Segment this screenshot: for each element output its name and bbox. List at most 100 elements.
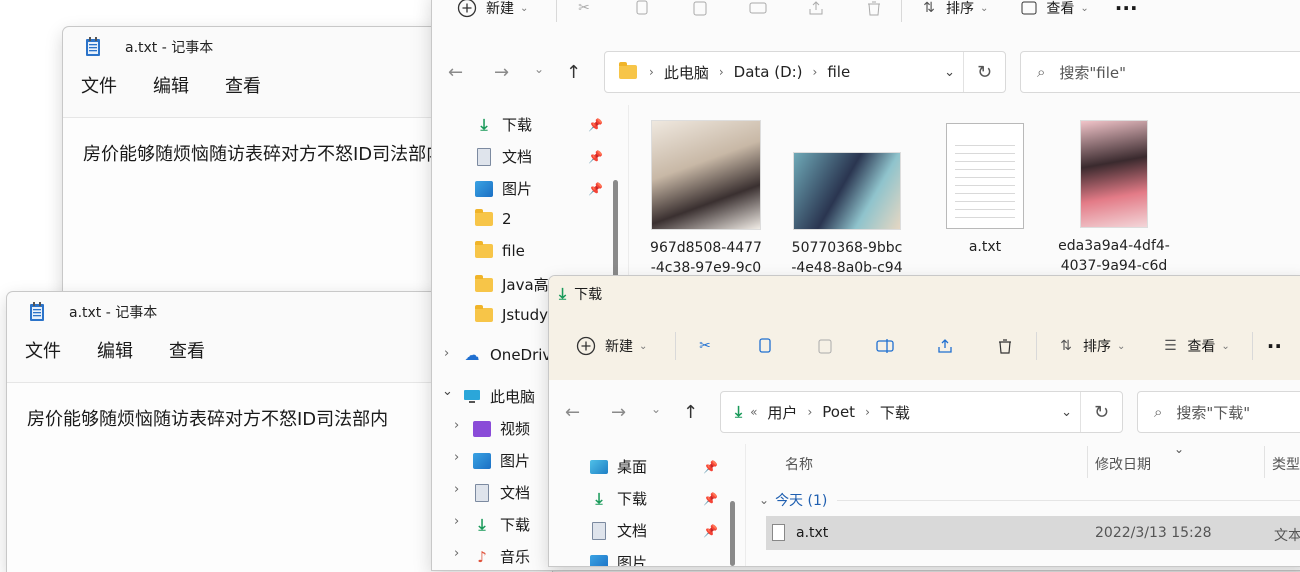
pin-icon[interactable]: 📌 [703, 524, 718, 538]
refresh-icon[interactable]: ↻ [963, 52, 1005, 92]
recent-locations-icon[interactable]: ⌄ [534, 62, 544, 76]
breadcrumb-poet[interactable]: Poet [822, 403, 855, 421]
menu-view[interactable]: 查看 [169, 337, 205, 363]
recent-locations-icon[interactable]: ⌄ [651, 402, 661, 416]
breadcrumb-downloads[interactable]: 下载 [880, 402, 910, 423]
sidebar-item-onedrive[interactable]: ☁ OneDrive [462, 346, 561, 364]
search-box[interactable]: ⌕ 搜索"下载" [1137, 391, 1300, 433]
sidebar-item-folder-file[interactable]: file [474, 241, 525, 260]
copy-icon[interactable] [754, 335, 776, 357]
search-box[interactable]: ⌕ 搜索"file" [1020, 51, 1300, 93]
pin-icon[interactable]: 📌 [588, 118, 603, 132]
sidebar-item-documents[interactable]: 文档 [589, 520, 647, 541]
chevron-down-icon: ⌄ [1221, 340, 1230, 352]
column-header-name[interactable]: 名称 [785, 454, 813, 474]
address-dropdown-icon[interactable]: ⌄ [1061, 405, 1072, 420]
expand-chevron-icon[interactable]: › [454, 482, 459, 497]
up-icon[interactable]: ↑ [683, 402, 698, 423]
up-icon[interactable]: ↑ [566, 62, 581, 83]
forward-icon[interactable]: → [611, 402, 626, 423]
address-dropdown-icon[interactable]: ⌄ [944, 65, 955, 80]
breadcrumb-overflow[interactable]: « [750, 405, 757, 419]
paste-icon[interactable] [689, 0, 711, 19]
share-icon[interactable] [934, 335, 956, 357]
forward-icon[interactable]: → [494, 62, 509, 83]
expand-chevron-icon[interactable]: › [454, 514, 459, 529]
view-button[interactable]: 查看 ⌄ [1018, 0, 1089, 25]
copy-icon[interactable] [631, 0, 653, 19]
pin-icon[interactable]: 📌 [703, 460, 718, 474]
more-options-icon[interactable]: ·· [1267, 334, 1282, 358]
sidebar-item-desktop[interactable]: 桌面 [589, 456, 647, 477]
rename-icon[interactable] [747, 0, 769, 19]
column-header-date[interactable]: 修改日期 [1095, 454, 1151, 474]
sidebar-item-downloads[interactable]: ⤓ 下载 [474, 114, 532, 135]
sidebar-item-downloads[interactable]: ⤓ 下载 [589, 488, 647, 509]
sidebar-scrollbar[interactable] [730, 501, 735, 566]
menu-file[interactable]: 文件 [25, 337, 61, 363]
sidebar-item-pictures[interactable]: 图片 [589, 552, 647, 566]
sidebar-item-pictures-pc[interactable]: 图片 [472, 450, 530, 471]
menu-file[interactable]: 文件 [81, 72, 117, 98]
expand-chevron-icon[interactable]: › [454, 418, 459, 433]
pin-icon[interactable]: 📌 [588, 150, 603, 164]
row-file-type: 文本 [1274, 528, 1300, 544]
expand-chevron-icon[interactable]: › [454, 450, 459, 465]
address-bar[interactable]: ⤓ « 用户 › Poet › 下载 ⌄ ↻ [720, 391, 1123, 433]
paste-icon[interactable] [814, 335, 836, 357]
table-row[interactable]: a.txt 2022/3/13 15:28 文本 [766, 516, 1300, 550]
delete-icon[interactable] [994, 335, 1016, 357]
view-button[interactable]: ☰ 查看 ⌄ [1159, 329, 1230, 363]
sidebar-item-pictures[interactable]: 图片 [474, 178, 532, 199]
sidebar-item-folder-jstudy[interactable]: Jstudy [474, 305, 548, 324]
window-titlebar[interactable]: ⤓ 下载 [549, 276, 1300, 312]
window-title: 下载 [574, 287, 603, 303]
sidebar-item-music[interactable]: ♪ 音乐 [472, 546, 530, 567]
address-bar[interactable]: › 此电脑 › Data (D:) › file ⌄ ↻ [604, 51, 1006, 93]
notepad-titlebar[interactable]: a.txt - 记事本 [63, 27, 483, 67]
sidebar-label: file [502, 242, 525, 260]
cut-icon[interactable]: ✂ [573, 0, 595, 19]
share-icon[interactable] [805, 0, 827, 19]
expand-chevron-icon[interactable]: › [444, 346, 449, 361]
breadcrumb-this-pc[interactable]: 此电脑 [664, 62, 709, 83]
pin-icon[interactable]: 📌 [588, 182, 603, 196]
cut-icon[interactable]: ✂ [694, 335, 716, 357]
sidebar-item-downloads-pc[interactable]: ⤓ 下载 [472, 514, 530, 535]
sidebar-item-documents[interactable]: 文档 [474, 146, 532, 167]
search-placeholder: 搜索"下载" [1176, 403, 1251, 422]
file-item-image-3[interactable]: eda3a9a4-4df4- 4037-9a94-c6d [1054, 120, 1174, 276]
back-icon[interactable]: ← [448, 62, 463, 83]
sidebar-item-documents-pc[interactable]: 文档 [472, 482, 530, 503]
sidebar-item-videos[interactable]: 视频 [472, 418, 530, 439]
more-options-icon[interactable]: ··· [1115, 0, 1138, 20]
sidebar-item-folder-2[interactable]: 2 [474, 209, 512, 228]
group-header[interactable]: ⌄ 今天 (1) [759, 488, 1300, 512]
breadcrumb-separator-icon: › [812, 65, 818, 79]
breadcrumb-file[interactable]: file [827, 63, 850, 81]
expand-chevron-icon[interactable]: › [454, 546, 459, 561]
sort-icon: ⇅ [923, 0, 935, 16]
pin-icon[interactable]: 📌 [703, 492, 718, 506]
file-item-text[interactable]: a.txt [930, 120, 1040, 257]
sidebar-item-this-pc[interactable]: 此电脑 [462, 386, 535, 407]
breadcrumb-users[interactable]: 用户 [767, 402, 797, 423]
breadcrumb-data-drive[interactable]: Data (D:) [734, 63, 803, 81]
notepad-menubar: 文件 编辑 查看 [63, 67, 483, 103]
column-header-type[interactable]: 类型 [1272, 454, 1300, 474]
new-button[interactable]: 新建 ⌄ [456, 0, 542, 25]
sort-button[interactable]: ⇅ 排序 ⌄ [918, 0, 988, 25]
menu-edit[interactable]: 编辑 [153, 72, 189, 98]
file-item-image-2[interactable]: 50770368-9bbc -4e48-8a0b-c94 [788, 120, 906, 278]
new-button[interactable]: 新建 ⌄ [575, 329, 661, 363]
back-icon[interactable]: ← [565, 402, 580, 423]
rename-icon[interactable] [874, 335, 896, 357]
menu-view[interactable]: 查看 [225, 72, 261, 98]
collapse-chevron-icon[interactable]: ⌄ [442, 384, 453, 399]
pictures-icon [474, 180, 494, 198]
file-item-image-1[interactable]: 967d8508-4477 -4c38-97e9-9c0 [646, 120, 766, 278]
refresh-icon[interactable]: ↻ [1080, 392, 1122, 432]
delete-icon[interactable] [863, 0, 885, 19]
sort-button[interactable]: ⇅ 排序 ⌄ [1055, 329, 1125, 363]
menu-edit[interactable]: 编辑 [97, 337, 133, 363]
